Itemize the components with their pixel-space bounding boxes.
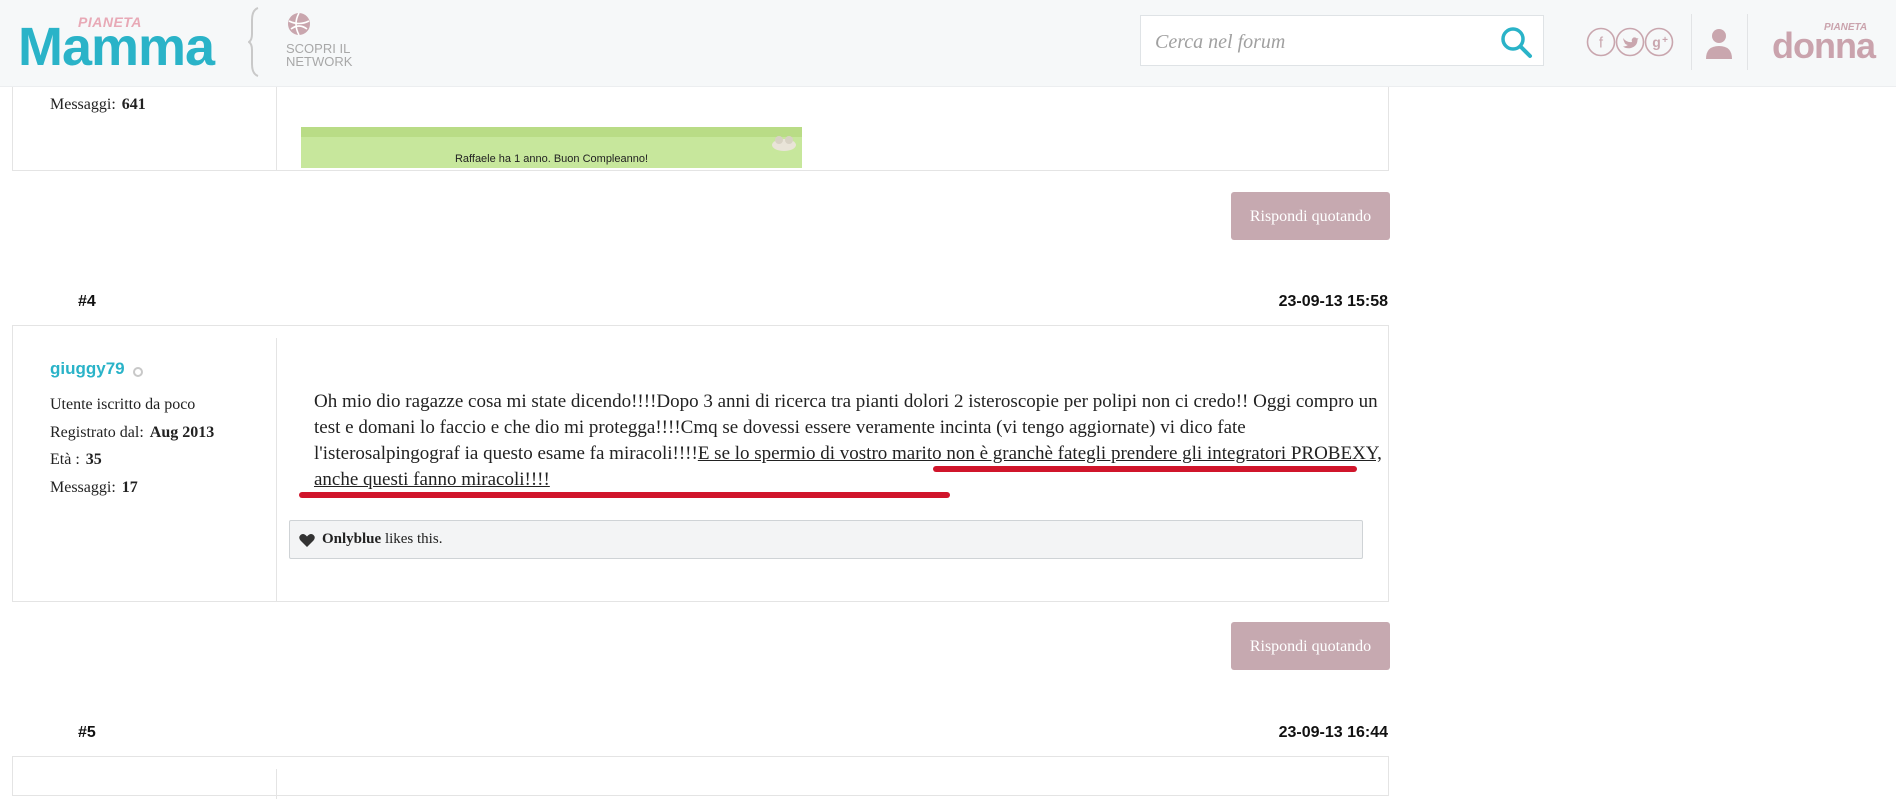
facebook-icon[interactable]: f	[1586, 27, 1616, 57]
post-divider	[276, 338, 277, 601]
google-plus-icon[interactable]: g +	[1644, 27, 1674, 57]
messages-count: Messaggi: 641	[50, 96, 146, 114]
likes-user-link[interactable]: Onlyblue	[322, 531, 381, 547]
age-value: 35	[85, 451, 102, 468]
pianeta-mamma-logo[interactable]: PIANETA Mamma	[18, 10, 238, 74]
network-link[interactable]: SCOPRI IL NETWORK	[285, 12, 375, 72]
likes-text: Onlyblue likes this.	[322, 531, 442, 548]
likes-bar: Onlyblue likes this.	[289, 520, 1363, 559]
reply-quote-button[interactable]: Rispondi quotando	[1231, 192, 1390, 240]
donna-word-text: donna	[1772, 25, 1876, 66]
messages-label: Messaggi:	[50, 96, 116, 113]
pianeta-donna-logo[interactable]: PIANETA donna	[1770, 18, 1880, 68]
offline-status-icon	[133, 367, 143, 377]
likes-suffix: likes this.	[381, 531, 443, 547]
post-number[interactable]: #4	[78, 293, 96, 311]
messages-label: Messaggi:	[50, 479, 116, 496]
post-date: 23-09-13 16:44	[1278, 724, 1388, 741]
twitter-icon[interactable]	[1615, 27, 1645, 57]
post-number[interactable]: #5	[78, 724, 96, 742]
site-header: PIANETA Mamma SCOPRI IL NETWORK f g +	[0, 0, 1896, 87]
user-rank: Utente iscritto da poco	[50, 396, 196, 413]
post-card: giuggy79 Utente iscritto da poco Registr…	[12, 325, 1389, 602]
svg-text:+: +	[1662, 35, 1668, 46]
messages-value: 641	[121, 96, 146, 113]
bunny-icon	[772, 136, 796, 151]
messages-value: 17	[121, 479, 138, 496]
signature-text: Raffaele ha 1 anno. Buon Compleanno!	[454, 153, 649, 165]
heart-icon	[299, 534, 315, 547]
user-age: Età : 35	[50, 451, 102, 469]
signature-banner: Raffaele ha 1 anno. Buon Compleanno!	[301, 127, 802, 168]
annotation-underline	[299, 492, 950, 498]
messages-count: Messaggi: 17	[50, 479, 138, 497]
header-separator	[1747, 14, 1748, 70]
forum-search	[1140, 15, 1544, 66]
post-message: Oh mio dio ragazze cosa mi state dicendo…	[314, 389, 1390, 493]
registered-label: Registrato dal:	[50, 424, 144, 441]
network-label: SCOPRI IL NETWORK	[286, 41, 353, 69]
brace-divider-icon	[248, 7, 259, 77]
signature-grass	[301, 127, 802, 137]
registered-value: Aug 2013	[149, 424, 215, 441]
user-icon[interactable]	[1704, 26, 1734, 60]
svg-text:g: g	[1652, 34, 1661, 50]
reply-quote-button[interactable]: Rispondi quotando	[1231, 622, 1390, 670]
logo-mamma-text: Mamma	[18, 17, 215, 77]
globe-icon	[288, 12, 310, 36]
post-date: 23-09-13 15:58	[1278, 293, 1388, 310]
registered-date: Registrato dal: Aug 2013	[50, 424, 214, 442]
svg-text:f: f	[1599, 35, 1604, 52]
username-link[interactable]: giuggy79	[50, 359, 125, 379]
search-icon[interactable]	[1499, 25, 1533, 59]
annotation-underline	[933, 466, 1357, 472]
age-label: Età :	[50, 451, 80, 468]
search-input[interactable]	[1153, 26, 1487, 58]
header-separator	[1691, 14, 1692, 70]
post-card-next	[12, 756, 1389, 799]
